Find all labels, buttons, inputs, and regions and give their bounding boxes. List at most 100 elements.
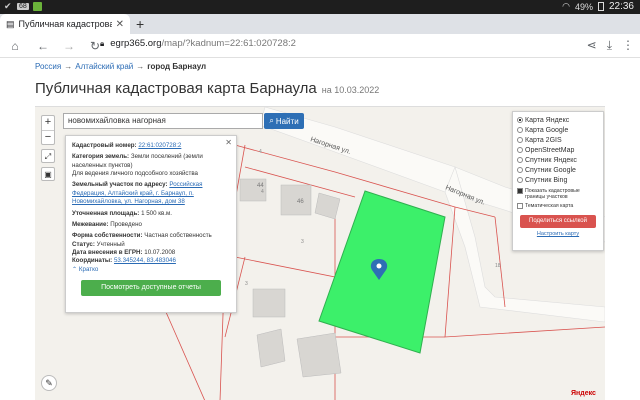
layer-label: Спутник Google	[525, 166, 576, 174]
egrn-value: 10.07.2008	[144, 248, 176, 256]
battery-icon	[597, 2, 604, 11]
cadastral-map[interactable]: Нагорная ул. Нагорная ул. 44 46 4 4 3 3 …	[35, 106, 605, 400]
layer-bing-satellite[interactable]: Спутник Bing	[517, 175, 599, 185]
breadcrumb-barnaul: город Барнаул	[147, 62, 207, 71]
area-row: Уточненная площадь: 1 500 кв.м.	[72, 210, 230, 218]
download-icon[interactable]: ⤓	[607, 38, 612, 53]
new-tab-button[interactable]: +	[136, 16, 144, 32]
house-number: 46	[297, 199, 304, 205]
wifi-icon: ◠	[562, 1, 570, 11]
kadnum-link[interactable]: 22:61:020728:2	[138, 142, 181, 149]
house-number: 18	[495, 263, 501, 269]
area-value: 1 500 кв.м.	[141, 209, 172, 217]
ruler-icon[interactable]: ✎	[41, 375, 57, 391]
layer-label: Спутник Яндекс	[525, 156, 577, 164]
home-icon[interactable]: ⌂	[6, 39, 24, 53]
category-label: Категория земель:	[72, 153, 130, 161]
breadcrumb-russia[interactable]: Россия	[35, 62, 61, 71]
checkbox-icon	[517, 203, 523, 210]
survey-label: Межевание:	[72, 220, 109, 228]
zoom-in-button[interactable]: +	[42, 116, 54, 130]
address-row: Земельный участок по адресу: Российская …	[72, 181, 230, 206]
status-value: Учтенный	[96, 240, 125, 248]
battery-level: 49%	[574, 1, 593, 12]
browser-tab[interactable]: ▤ Публичная кадастровая ка ✕	[0, 14, 130, 34]
layer-yandex-map[interactable]: Карта Яндекс	[517, 115, 599, 125]
category-row: Категория земель: Земли поселений (земли…	[72, 153, 230, 178]
status-label: Статус:	[72, 240, 95, 248]
kadnum-label: Кадастровый номер:	[72, 142, 137, 149]
ownership-value: Частная собственность	[144, 232, 212, 240]
share-icon[interactable]: ⋖	[587, 38, 597, 53]
browser-toolbar: ⌂ ← → ↻ 🔒︎ egrp365.org/map/?kadnum=22:61…	[0, 34, 640, 58]
thematic-map-checkbox[interactable]: Тематическая карта	[517, 203, 599, 210]
layer-yandex-satellite[interactable]: Спутник Яндекс	[517, 155, 599, 165]
radio-icon	[517, 157, 523, 163]
egrn-row: Дата внесения в ЕГРН: 10.07.2008	[72, 249, 230, 257]
setup-map-link[interactable]: Настроить карту	[517, 231, 599, 237]
house-number: 3	[245, 281, 248, 287]
search-button-label: Найти	[275, 116, 299, 126]
address-bar[interactable]: 🔒︎ egrp365.org/map/?kadnum=22:61:020728:…	[100, 38, 296, 49]
house-number: 3	[301, 239, 304, 245]
layer-osm[interactable]: OpenStreetMap	[517, 145, 599, 155]
search-button[interactable]: ⌕ Найти	[264, 113, 304, 129]
address-label: Земельный участок по адресу:	[72, 181, 168, 189]
fullscreen-icon[interactable]: ⤢	[41, 149, 55, 163]
coords-link[interactable]: 53.345244, 83.483046	[114, 257, 176, 264]
show-borders-label: Показать кадастровые границы участков	[525, 188, 580, 201]
breadcrumb-separator: →	[136, 62, 145, 71]
tab-strip: ▤ Публичная кадастровая ка ✕ +	[0, 14, 640, 34]
close-tab-icon[interactable]: ✕	[116, 19, 124, 30]
url-host: egrp365.org	[110, 38, 162, 49]
zoom-control: + −	[41, 115, 55, 145]
layers-panel: Карта Яндекс Карта Google Карта 2GIS Ope…	[512, 111, 604, 251]
layer-label: Спутник Bing	[525, 176, 568, 184]
radio-icon	[517, 127, 523, 133]
kadnum-row: Кадастровый номер: 22:61:020728:2	[72, 142, 230, 150]
breadcrumb-separator: →	[64, 62, 73, 71]
radio-icon	[517, 137, 523, 143]
clock: 22:36	[608, 1, 634, 12]
show-borders-checkbox[interactable]: Показать кадастровые границы участков	[517, 188, 599, 200]
layer-label: OpenStreetMap	[525, 146, 575, 154]
building	[280, 184, 312, 216]
forward-icon[interactable]: →	[60, 39, 78, 53]
building	[252, 288, 286, 318]
status-row: Статус: Учтенный	[72, 241, 230, 249]
layer-2gis-map[interactable]: Карта 2GIS	[517, 135, 599, 145]
area-label: Уточненная площадь:	[72, 209, 140, 217]
view-reports-button[interactable]: Посмотреть доступные отчеты	[81, 280, 221, 297]
lock-icon: 🔒︎	[100, 38, 105, 48]
layer-google-satellite[interactable]: Спутник Google	[517, 165, 599, 175]
egrn-label: Дата внесения в ЕГРН:	[72, 248, 143, 256]
checkbox-icon	[517, 188, 523, 194]
status-bar: ✔ 68 ◠ 49% 22:36	[0, 0, 640, 14]
page-icon: ▤	[6, 18, 15, 29]
ownership-row: Форма собственности: Частная собственнос…	[72, 232, 230, 240]
app-icon	[32, 2, 42, 11]
back-icon[interactable]: ←	[34, 39, 52, 53]
breadcrumb-altai[interactable]: Алтайский край	[75, 62, 133, 71]
breadcrumb: Россия → Алтайский край → город Барнаул	[35, 62, 206, 71]
notification-badge: 68	[17, 3, 29, 10]
tab-title: Публичная кадастровая ка	[18, 19, 112, 29]
menu-icon[interactable]: ⋮	[622, 38, 634, 53]
coords-row: Координаты: 53.345244, 83.483046	[72, 257, 230, 265]
short-toggle[interactable]: ⌃ Кратко	[72, 266, 230, 274]
page-title-date: на 10.03.2022	[321, 85, 380, 95]
parcel-info-card: ✕ Кадастровый номер: 22:61:020728:2 Кате…	[65, 135, 237, 313]
search-input[interactable]: новомихайловка нагорная	[63, 113, 263, 129]
ownership-label: Форма собственности:	[72, 232, 143, 240]
zoom-out-button[interactable]: −	[42, 130, 54, 144]
layer-google-map[interactable]: Карта Google	[517, 125, 599, 135]
layer-label: Карта 2GIS	[525, 136, 562, 144]
layer-label: Карта Яндекс	[525, 116, 570, 124]
search-icon: ⌕	[269, 116, 274, 125]
close-icon[interactable]: ✕	[225, 138, 232, 149]
short-link: Кратко	[78, 265, 99, 273]
layer-label: Карта Google	[525, 126, 569, 134]
page-title: Публичная кадастровая карта Барнаула на …	[35, 80, 379, 97]
share-link-button[interactable]: Поделиться ссылкой	[520, 214, 596, 228]
print-icon[interactable]: ▣	[41, 167, 55, 181]
